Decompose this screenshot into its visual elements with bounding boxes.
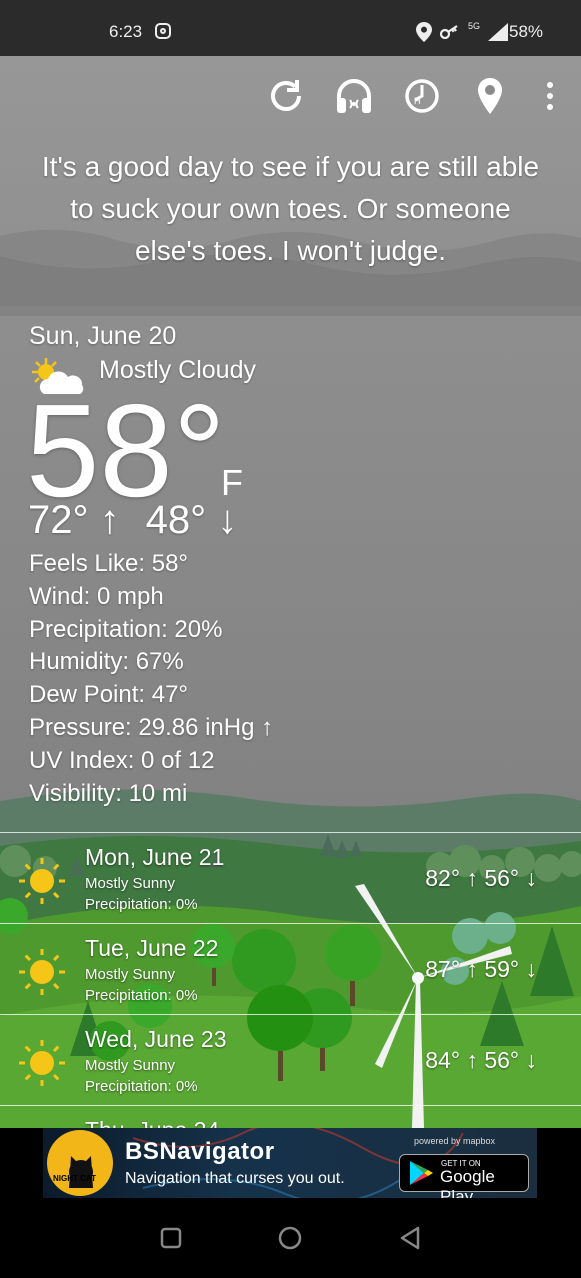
forecast-condition: Mostly Sunny xyxy=(85,1057,176,1074)
detail-precipitation: Precipitation: 20% xyxy=(29,615,223,643)
location-icon xyxy=(416,22,432,42)
forecast-condition: Mostly Sunny xyxy=(85,875,176,892)
high-low: 72° ↑ 48° ↓ xyxy=(28,498,237,543)
forecast-temps: 87° ↑ 59° ↓ xyxy=(425,956,537,982)
back-icon[interactable] xyxy=(399,1226,421,1250)
detail-humidity: Humidity: 67% xyxy=(29,648,184,676)
key-icon xyxy=(440,25,458,39)
forecast-precipitation: Precipitation: 0% xyxy=(85,896,198,913)
weather-details: Feels Like: 58° Wind: 0 mph Precipitatio… xyxy=(29,548,273,810)
detail-dew-point: Dew Point: 47° xyxy=(29,681,189,709)
toolbar: H xyxy=(0,76,581,116)
ad-content[interactable]: NIGHT CAT BSNavigator Navigation that cu… xyxy=(43,1128,537,1198)
status-time: 6:23 xyxy=(109,22,143,41)
high-temp: 72° ↑ xyxy=(28,498,120,542)
forecast-temps: 84° ↑ 56° ↓ xyxy=(425,1047,537,1073)
low-temp: 48° ↓ xyxy=(145,498,238,542)
svg-text:H: H xyxy=(414,96,421,106)
forecast-date: Mon, June 21 xyxy=(85,844,225,870)
more-vertical-icon[interactable] xyxy=(530,76,570,116)
home-icon[interactable] xyxy=(278,1226,302,1250)
forecast-condition: Mostly Sunny xyxy=(85,966,176,983)
instagram-icon xyxy=(155,23,171,39)
ad-powered-by: powered by mapbox xyxy=(414,1136,496,1146)
cat-icon xyxy=(69,1156,93,1188)
status-bar: 6:23 5G 58% xyxy=(0,0,581,56)
ad-banner[interactable]: NIGHT CAT BSNavigator Navigation that cu… xyxy=(0,1128,581,1198)
current-date: Sun, June 20 xyxy=(29,322,177,350)
refresh-icon[interactable] xyxy=(266,76,306,116)
forecast-row[interactable]: Tue, June 22 Mostly Sunny Precipitation:… xyxy=(0,923,581,1014)
ad-title: BSNavigator xyxy=(125,1138,275,1165)
battery-level: 58% xyxy=(509,22,544,41)
forecast-row[interactable]: Wed, June 23 Mostly Sunny Precipitation:… xyxy=(0,1014,581,1105)
ad-logo-text: NIGHT CAT xyxy=(53,1174,96,1183)
history-icon[interactable]: H xyxy=(402,76,442,116)
forecast-date: Tue, June 22 xyxy=(85,935,219,961)
forecast-precipitation: Precipitation: 0% xyxy=(85,1078,198,1095)
detail-feels-like: Feels Like: 58° xyxy=(29,550,189,577)
forecast-temps: 82° ↑ 56° ↓ xyxy=(425,865,537,891)
forecast-row[interactable]: Mon, June 21 Mostly Sunny Precipitation:… xyxy=(0,832,581,923)
google-play-icon xyxy=(410,1161,433,1185)
forecast-date: Wed, June 23 xyxy=(85,1026,227,1052)
system-nav-bar xyxy=(0,1198,581,1278)
status-icons: 5G xyxy=(416,21,509,42)
sun-icon xyxy=(19,949,65,995)
location-pin-icon[interactable] xyxy=(470,76,510,116)
ad-subtitle: Navigation that curses you out. xyxy=(125,1170,345,1187)
forecast-precipitation: Precipitation: 0% xyxy=(85,987,198,1004)
detail-pressure: Pressure: 29.86 inHg ↑ xyxy=(29,713,274,741)
weather-quote: It's a good day to see if you are still … xyxy=(41,151,540,266)
ad-logo: NIGHT CAT xyxy=(47,1130,113,1196)
google-play-button[interactable]: GET IT ON Google Play xyxy=(399,1154,529,1198)
headphones-icon[interactable] xyxy=(334,76,374,116)
signal-icon xyxy=(488,23,509,41)
sun-icon xyxy=(19,858,65,904)
play-store-label: Google Play xyxy=(440,1167,495,1198)
sun-icon xyxy=(19,1040,65,1086)
network-label: 5G xyxy=(468,21,481,31)
detail-uv-index: UV Index: 0 of 12 xyxy=(29,746,215,774)
recents-icon[interactable] xyxy=(160,1227,182,1249)
detail-wind: Wind: 0 mph xyxy=(29,582,164,610)
detail-visibility: Visibility: 10 mi xyxy=(29,779,188,807)
